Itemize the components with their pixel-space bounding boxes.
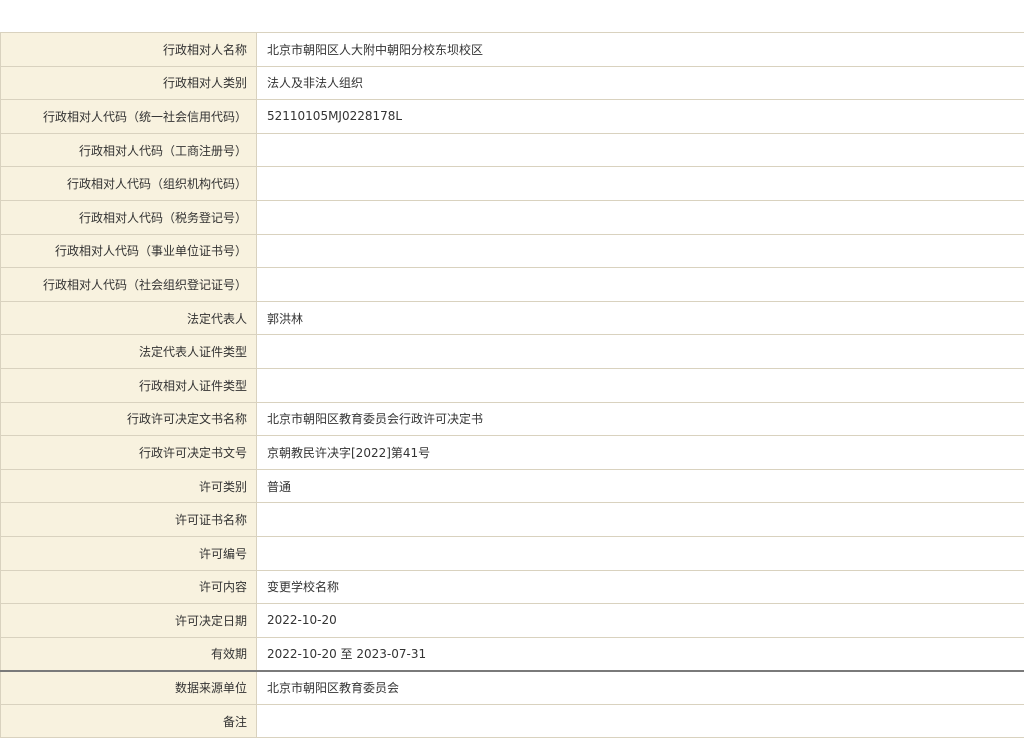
row-value-social-org-reg-no [256,267,1024,302]
row-value-subject-name: 北京市朝阳区人大附中朝阳分校东坝校区 [256,32,1024,67]
row-value-legal-rep: 郭洪林 [256,300,1024,336]
row-label-permit-category: 许可类别 [0,468,257,504]
row-value-permit-content: 变更学校名称 [256,569,1024,605]
table-row: 备注 [0,703,1024,739]
row-label-subject-id-type: 行政相对人证件类型 [0,367,257,403]
row-label-tax-reg-no: 行政相对人代码（税务登记号） [0,199,257,235]
row-value-business-reg-no [256,132,1024,168]
table-row: 行政相对人代码（社会组织登记证号） [0,267,1024,302]
row-value-permit-no [256,535,1024,571]
table-row: 行政相对人代码（统一社会信用代码） 52110105MJ0228178L [0,99,1024,134]
row-value-institution-cert-no [256,233,1024,269]
row-value-permit-category: 普通 [256,468,1024,504]
row-label-permit-content: 许可内容 [0,569,257,605]
row-label-decision-date: 许可决定日期 [0,603,257,638]
table-row: 行政相对人类别 法人及非法人组织 [0,65,1024,101]
table-row: 数据来源单位 北京市朝阳区教育委员会 [0,669,1024,705]
table-row: 行政相对人代码（工商注册号） [0,132,1024,168]
row-value-subject-category: 法人及非法人组织 [256,65,1024,101]
row-value-subject-id-type [256,367,1024,403]
table-row: 许可决定日期 2022-10-20 [0,603,1024,638]
table-row: 行政相对人证件类型 [0,367,1024,403]
row-label-credit-code: 行政相对人代码（统一社会信用代码） [0,99,257,134]
row-value-legal-rep-id-type [256,334,1024,369]
row-label-institution-cert-no: 行政相对人代码（事业单位证书号） [0,233,257,269]
row-value-decision-doc-no: 京朝教民许决字[2022]第41号 [256,435,1024,470]
row-label-remarks: 备注 [0,703,257,739]
row-label-decision-doc-no: 行政许可决定书文号 [0,435,257,470]
row-value-decision-date: 2022-10-20 [256,603,1024,638]
row-label-permit-cert-name: 许可证书名称 [0,502,257,537]
row-value-org-code [256,166,1024,201]
row-value-permit-cert-name [256,502,1024,537]
row-value-decision-doc-name: 北京市朝阳区教育委员会行政许可决定书 [256,401,1024,437]
table-row: 许可内容 变更学校名称 [0,569,1024,605]
row-label-subject-category: 行政相对人类别 [0,65,257,101]
table-row: 行政相对人代码（事业单位证书号） [0,233,1024,269]
row-label-legal-rep-id-type: 法定代表人证件类型 [0,334,257,369]
row-value-remarks [256,703,1024,739]
row-value-validity-period: 2022-10-20 至 2023-07-31 [256,636,1024,672]
table-row: 行政相对人名称 北京市朝阳区人大附中朝阳分校东坝校区 [0,32,1024,67]
table-row: 行政相对人代码（组织机构代码） [0,166,1024,201]
row-label-permit-no: 许可编号 [0,535,257,571]
row-label-subject-name: 行政相对人名称 [0,32,257,67]
row-value-credit-code: 52110105MJ0228178L [256,99,1024,134]
row-label-social-org-reg-no: 行政相对人代码（社会组织登记证号） [0,267,257,302]
table-row: 许可编号 [0,535,1024,571]
table-row: 许可类别 普通 [0,468,1024,504]
row-label-org-code: 行政相对人代码（组织机构代码） [0,166,257,201]
permit-info-table: 行政相对人名称 北京市朝阳区人大附中朝阳分校东坝校区 行政相对人类别 法人及非法… [0,32,1024,739]
row-value-data-source: 北京市朝阳区教育委员会 [256,669,1024,705]
table-row: 行政相对人代码（税务登记号） [0,199,1024,235]
row-label-decision-doc-name: 行政许可决定文书名称 [0,401,257,437]
table-row: 行政许可决定书文号 京朝教民许决字[2022]第41号 [0,435,1024,470]
row-label-business-reg-no: 行政相对人代码（工商注册号） [0,132,257,168]
table-row: 法定代表人 郭洪林 [0,300,1024,336]
row-label-data-source: 数据来源单位 [0,669,257,705]
table-row: 许可证书名称 [0,502,1024,537]
page: 行政相对人名称 北京市朝阳区人大附中朝阳分校东坝校区 行政相对人类别 法人及非法… [0,0,1024,740]
row-value-tax-reg-no [256,199,1024,235]
permit-info-body: 行政相对人名称 北京市朝阳区人大附中朝阳分校东坝校区 行政相对人类别 法人及非法… [0,32,1024,739]
table-row: 行政许可决定文书名称 北京市朝阳区教育委员会行政许可决定书 [0,401,1024,437]
row-label-legal-rep: 法定代表人 [0,300,257,336]
row-label-validity-period: 有效期 [0,636,257,672]
table-row: 法定代表人证件类型 [0,334,1024,369]
table-row: 有效期 2022-10-20 至 2023-07-31 [0,636,1024,672]
